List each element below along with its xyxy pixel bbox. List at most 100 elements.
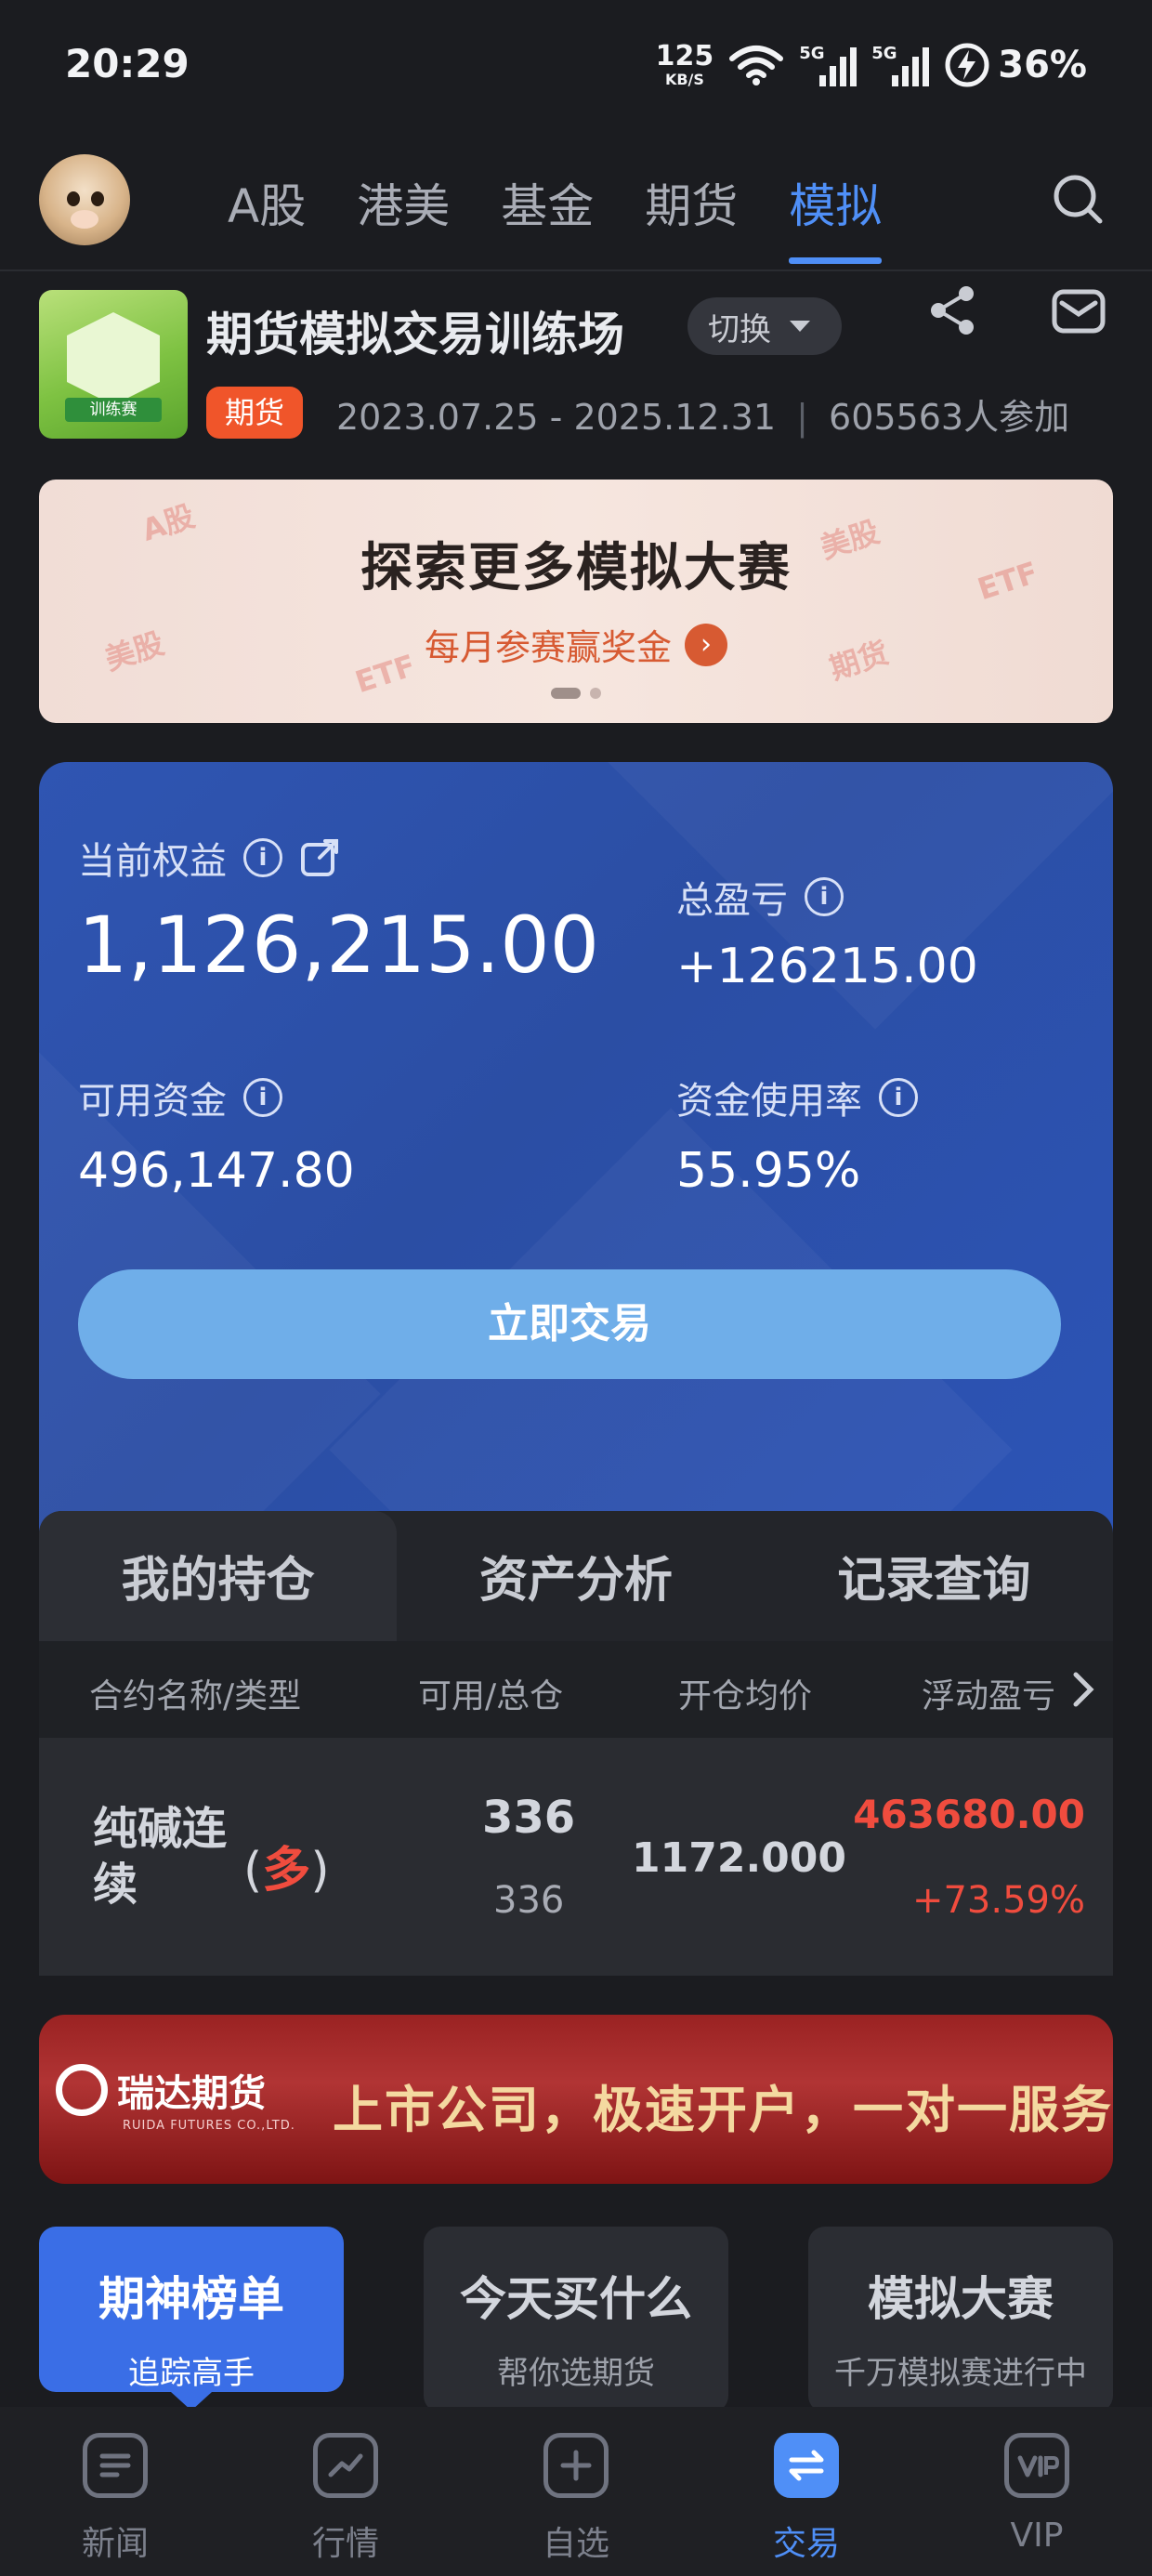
card-subtitle: 帮你选期货 [497, 2355, 655, 2392]
total-pnl-value: +126215.00 [676, 939, 978, 994]
broker-logo-icon [56, 2064, 108, 2116]
broker-name: 瑞达期货 [117, 2072, 266, 2115]
net-speed-value: 125 [655, 40, 714, 72]
contest-logo: 训练赛 [39, 290, 188, 439]
contract-name: 纯碱连续 [93, 1803, 228, 1911]
status-time: 20:29 [65, 41, 190, 86]
card-subtitle: 追踪高手 [128, 2355, 255, 2392]
mail-icon[interactable] [1050, 283, 1107, 340]
chevron-right-icon[interactable] [1070, 1669, 1096, 1710]
info-icon[interactable]: i [805, 877, 844, 916]
avatar[interactable] [39, 154, 130, 245]
card-top-traders[interactable]: 期神榜单 追踪高手 [39, 2227, 344, 2411]
ad-slogan: 上市公司，极速开户，一对一服务 [333, 2081, 1113, 2139]
info-icon[interactable]: i [243, 838, 282, 877]
col-open-price: 开仓均价 [678, 1677, 813, 1715]
col-floating-pnl: 浮动盈亏 [922, 1677, 1056, 1715]
category-badge: 期货 [206, 387, 304, 439]
tab-asset-analysis[interactable]: 资产分析 [397, 1511, 754, 1641]
nav-market[interactable]: 行情 [230, 2407, 461, 2576]
available-qty: 336 [482, 1792, 576, 1844]
contest-participants: 605563人参加 [829, 397, 1070, 438]
nav-watchlist[interactable]: 自选 [461, 2407, 691, 2576]
battery-level: 36% [998, 44, 1087, 86]
trade-now-button[interactable]: 立即交易 [78, 1269, 1061, 1379]
positions-panel: 我的持仓 资产分析 记录查询 合约名称/类型 可用/总仓 开仓均价 浮动盈亏 纯… [39, 1511, 1113, 1976]
contest-logo-ribbon: 训练赛 [65, 398, 162, 422]
total-qty: 336 [493, 1879, 565, 1922]
positions-tabs: 我的持仓 资产分析 记录查询 [39, 1511, 1113, 1641]
search-icon[interactable] [1050, 171, 1106, 227]
signal-icon: 5G [799, 44, 857, 86]
contest-promo-banner[interactable]: A股 美股 ETF 美股 ETF 期货 探索更多模拟大赛 每月参赛赢奖金 › [39, 480, 1113, 723]
contest-meta: 2023.07.25 - 2025.12.31 | 605563人参加 [336, 397, 1070, 438]
tab-a-shares[interactable]: A股 [228, 169, 306, 264]
card-title: 期神榜单 [98, 2272, 284, 2326]
info-icon[interactable]: i [879, 1078, 918, 1117]
account-summary-card: 当前权益 i 1,126,215.00 总盈亏 i +126215.00 可用资… [39, 762, 1113, 1533]
col-available-total: 可用/总仓 [418, 1677, 564, 1715]
total-pnl-label-row: 总盈亏 i [676, 870, 844, 924]
broker-logo: 瑞达期货 [56, 2063, 266, 2117]
card-what-to-buy[interactable]: 今天买什么 帮你选期货 [424, 2227, 728, 2412]
banner-title: 探索更多模拟大赛 [360, 538, 792, 598]
equity-label: 当前权益 [78, 840, 227, 883]
caret-down-icon [790, 321, 810, 332]
nav-label: VIP [1010, 2517, 1064, 2555]
contest-title: 期货模拟交易训练场 [206, 308, 624, 361]
equity-label-row: 当前权益 i [78, 831, 340, 885]
contest-dates: 2023.07.25 - 2025.12.31 [336, 397, 777, 438]
nav-label: 自选 [542, 2525, 609, 2563]
broker-ad-banner[interactable]: 瑞达期货 RUIDA FUTURES CO.,LTD. 上市公司，极速开户，一对… [39, 2015, 1113, 2184]
nav-trade[interactable]: 交易 [691, 2407, 922, 2576]
share-icon[interactable] [925, 283, 981, 338]
info-icon[interactable]: i [243, 1078, 282, 1117]
switch-label: 切换 [708, 310, 771, 348]
table-row[interactable]: 纯碱连续 (多) 336 336 1172.000 463680.00 +73.… [39, 1738, 1113, 1976]
card-subtitle: 千万模拟赛进行中 [834, 2355, 1087, 2392]
carousel-dots [39, 688, 1113, 699]
market-tabs: A股 港美 基金 期货 模拟 [228, 169, 883, 264]
col-contract: 合约名称/类型 [89, 1677, 302, 1715]
external-link-icon[interactable] [299, 837, 340, 878]
equity-value: 1,126,215.00 [78, 900, 600, 991]
vip-icon [1004, 2433, 1069, 2498]
side-label: 多 [262, 1843, 311, 1899]
exchange-icon [774, 2433, 839, 2498]
nav-label: 行情 [311, 2525, 379, 2563]
nav-label: 新闻 [81, 2525, 149, 2563]
broker-name-en: RUIDA FUTURES CO.,LTD. [123, 2119, 295, 2133]
tab-simulation[interactable]: 模拟 [789, 169, 883, 264]
signal-icon-2: 5G [871, 44, 930, 86]
status-bar: 20:29 125 KB/S 5G 5G 36% [0, 0, 1152, 130]
tab-futures[interactable]: 期货 [645, 169, 738, 264]
card-simulation-contest[interactable]: 模拟大赛 千万模拟赛进行中 [808, 2227, 1113, 2412]
switch-contest-button[interactable]: 切换 [687, 297, 842, 355]
banner-subtitle-row: 每月参赛赢奖金 › [39, 619, 1113, 670]
wifi-icon [729, 46, 784, 85]
position-side: (多) [243, 1843, 330, 1899]
quick-entry-cards: 期神榜单 追踪高手 今天买什么 帮你选期货 模拟大赛 千万模拟赛进行中 [39, 2227, 1113, 2412]
tab-hk-us[interactable]: 港美 [357, 169, 450, 264]
battery: 36% [944, 42, 1087, 88]
banner-subtitle: 每月参赛赢奖金 [424, 627, 672, 668]
battery-charging-icon [945, 43, 989, 87]
tab-record-query[interactable]: 记录查询 [755, 1511, 1113, 1641]
contest-header: 训练赛 期货模拟交易训练场 切换 期货 2023.07.25 - 2025.12… [0, 279, 1152, 455]
top-nav: A股 港美 基金 期货 模拟 [0, 139, 1152, 271]
nav-news[interactable]: 新闻 [0, 2407, 230, 2576]
floating-pnl-pct: +73.59% [911, 1879, 1085, 1922]
bottom-nav: 新闻 行情 自选 交易 VIP [0, 2407, 1152, 2576]
tab-funds[interactable]: 基金 [501, 169, 594, 264]
usage-label-row: 资金使用率 i [676, 1071, 918, 1124]
available-label-row: 可用资金 i [78, 1071, 282, 1124]
card-title: 模拟大赛 [868, 2272, 1054, 2326]
tab-my-positions[interactable]: 我的持仓 [39, 1511, 398, 1641]
open-avg-price: 1172.000 [632, 1834, 847, 1882]
net-speed: 125 KB/S [656, 43, 714, 87]
floating-pnl: 463680.00 [853, 1792, 1085, 1837]
net-speed-unit: KB/S [664, 71, 704, 88]
add-icon [543, 2433, 609, 2498]
available-label: 可用资金 [78, 1080, 227, 1123]
nav-vip[interactable]: VIP [922, 2407, 1152, 2576]
